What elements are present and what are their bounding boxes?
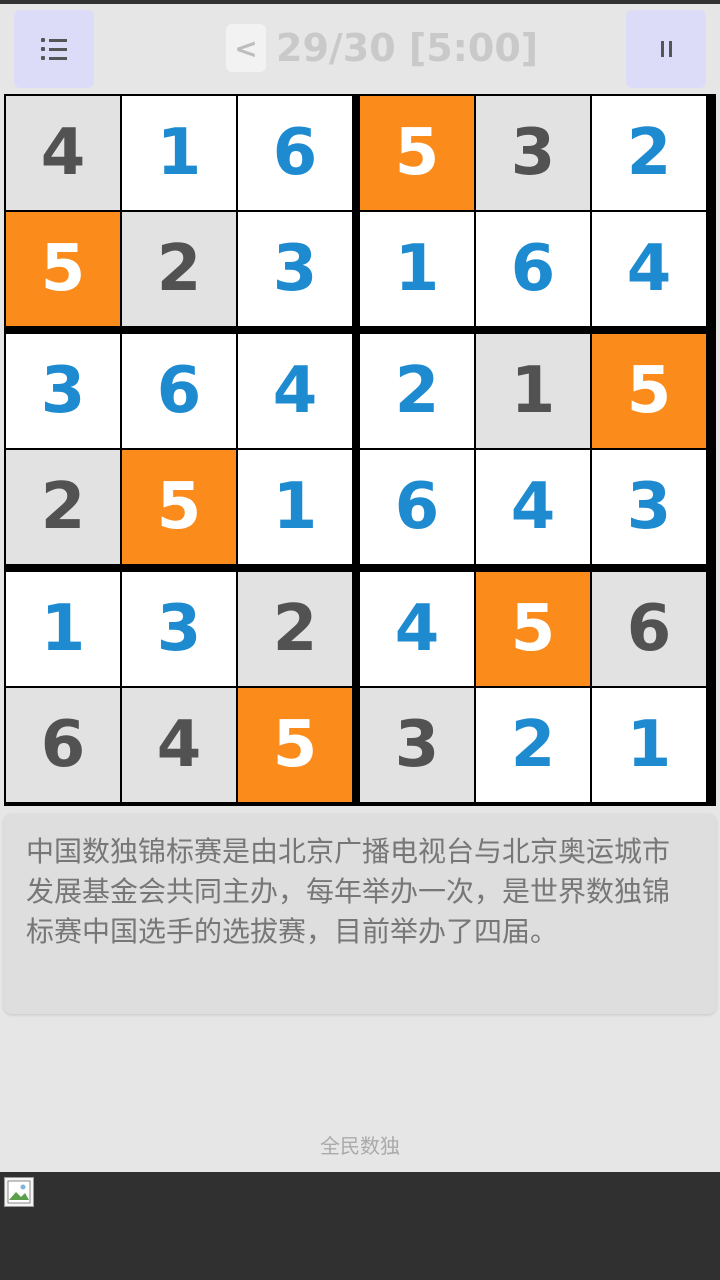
sudoku-cell-r2-c3[interactable]: 3: [238, 212, 352, 326]
sudoku-cell-r2-c4[interactable]: 1: [360, 212, 474, 326]
sudoku-cell-r2-c5[interactable]: 6: [476, 212, 590, 326]
sudoku-cell-r6-c2[interactable]: 4: [122, 688, 236, 802]
sudoku-cell-r3-c5[interactable]: 1: [476, 334, 590, 448]
header-bar: < 29/30 [5:00]: [0, 4, 720, 92]
sudoku-cell-r5-c6[interactable]: 6: [592, 572, 706, 686]
sudoku-cell-r2-c2[interactable]: 2: [122, 212, 236, 326]
sudoku-cell-r1-c6[interactable]: 2: [592, 96, 706, 210]
sudoku-cell-r5-c2[interactable]: 3: [122, 572, 236, 686]
level-timer-status: 29/30 [5:00]: [276, 26, 539, 70]
sudoku-cell-r4-c1[interactable]: 2: [6, 450, 120, 564]
sudoku-board: 416532523164364215251643132456645321: [4, 94, 716, 806]
sudoku-cell-r1-c2[interactable]: 1: [122, 96, 236, 210]
sudoku-cell-r5-c4[interactable]: 4: [360, 572, 474, 686]
sudoku-cell-r4-c4[interactable]: 6: [360, 450, 474, 564]
sudoku-cell-r4-c6[interactable]: 3: [592, 450, 706, 564]
sudoku-cell-r4-c5[interactable]: 4: [476, 450, 590, 564]
sudoku-cell-r5-c1[interactable]: 1: [6, 572, 120, 686]
pause-button[interactable]: [626, 10, 706, 88]
list-menu-icon: [41, 38, 67, 60]
sudoku-cell-r5-c3[interactable]: 2: [238, 572, 352, 686]
sudoku-cell-r4-c3[interactable]: 1: [238, 450, 352, 564]
sudoku-cell-r2-c1[interactable]: 5: [6, 212, 120, 326]
previous-level-button[interactable]: <: [226, 24, 266, 72]
app-name-footer: 全民数独: [320, 1134, 400, 1158]
sudoku-cell-r6-c6[interactable]: 1: [592, 688, 706, 802]
info-panel: 中国数独锦标赛是由北京广播电视台与北京奥运城市发展基金会共同主办，每年举办一次，…: [4, 814, 716, 1014]
sudoku-cell-r6-c1[interactable]: 6: [6, 688, 120, 802]
sudoku-cell-r6-c3[interactable]: 5: [238, 688, 352, 802]
sudoku-cell-r3-c6[interactable]: 5: [592, 334, 706, 448]
sudoku-cell-r1-c3[interactable]: 6: [238, 96, 352, 210]
sudoku-cell-r5-c5[interactable]: 5: [476, 572, 590, 686]
sudoku-cell-r6-c5[interactable]: 2: [476, 688, 590, 802]
info-text: 中国数独锦标赛是由北京广播电视台与北京奥运城市发展基金会共同主办，每年举办一次，…: [26, 835, 671, 948]
sudoku-cell-r4-c2[interactable]: 5: [122, 450, 236, 564]
sudoku-cell-r2-c6[interactable]: 4: [592, 212, 706, 326]
sudoku-cell-r1-c1[interactable]: 4: [6, 96, 120, 210]
sudoku-cell-r3-c4[interactable]: 2: [360, 334, 474, 448]
pause-icon: [660, 41, 672, 57]
sudoku-cell-r1-c4[interactable]: 5: [360, 96, 474, 210]
sudoku-cell-r3-c1[interactable]: 3: [6, 334, 120, 448]
ad-banner[interactable]: [0, 1172, 720, 1280]
menu-button[interactable]: [14, 10, 94, 88]
sudoku-cell-r1-c5[interactable]: 3: [476, 96, 590, 210]
sudoku-cell-r6-c4[interactable]: 3: [360, 688, 474, 802]
broken-image-icon: [4, 1177, 34, 1207]
sudoku-cell-r3-c2[interactable]: 6: [122, 334, 236, 448]
sudoku-cell-r3-c3[interactable]: 4: [238, 334, 352, 448]
